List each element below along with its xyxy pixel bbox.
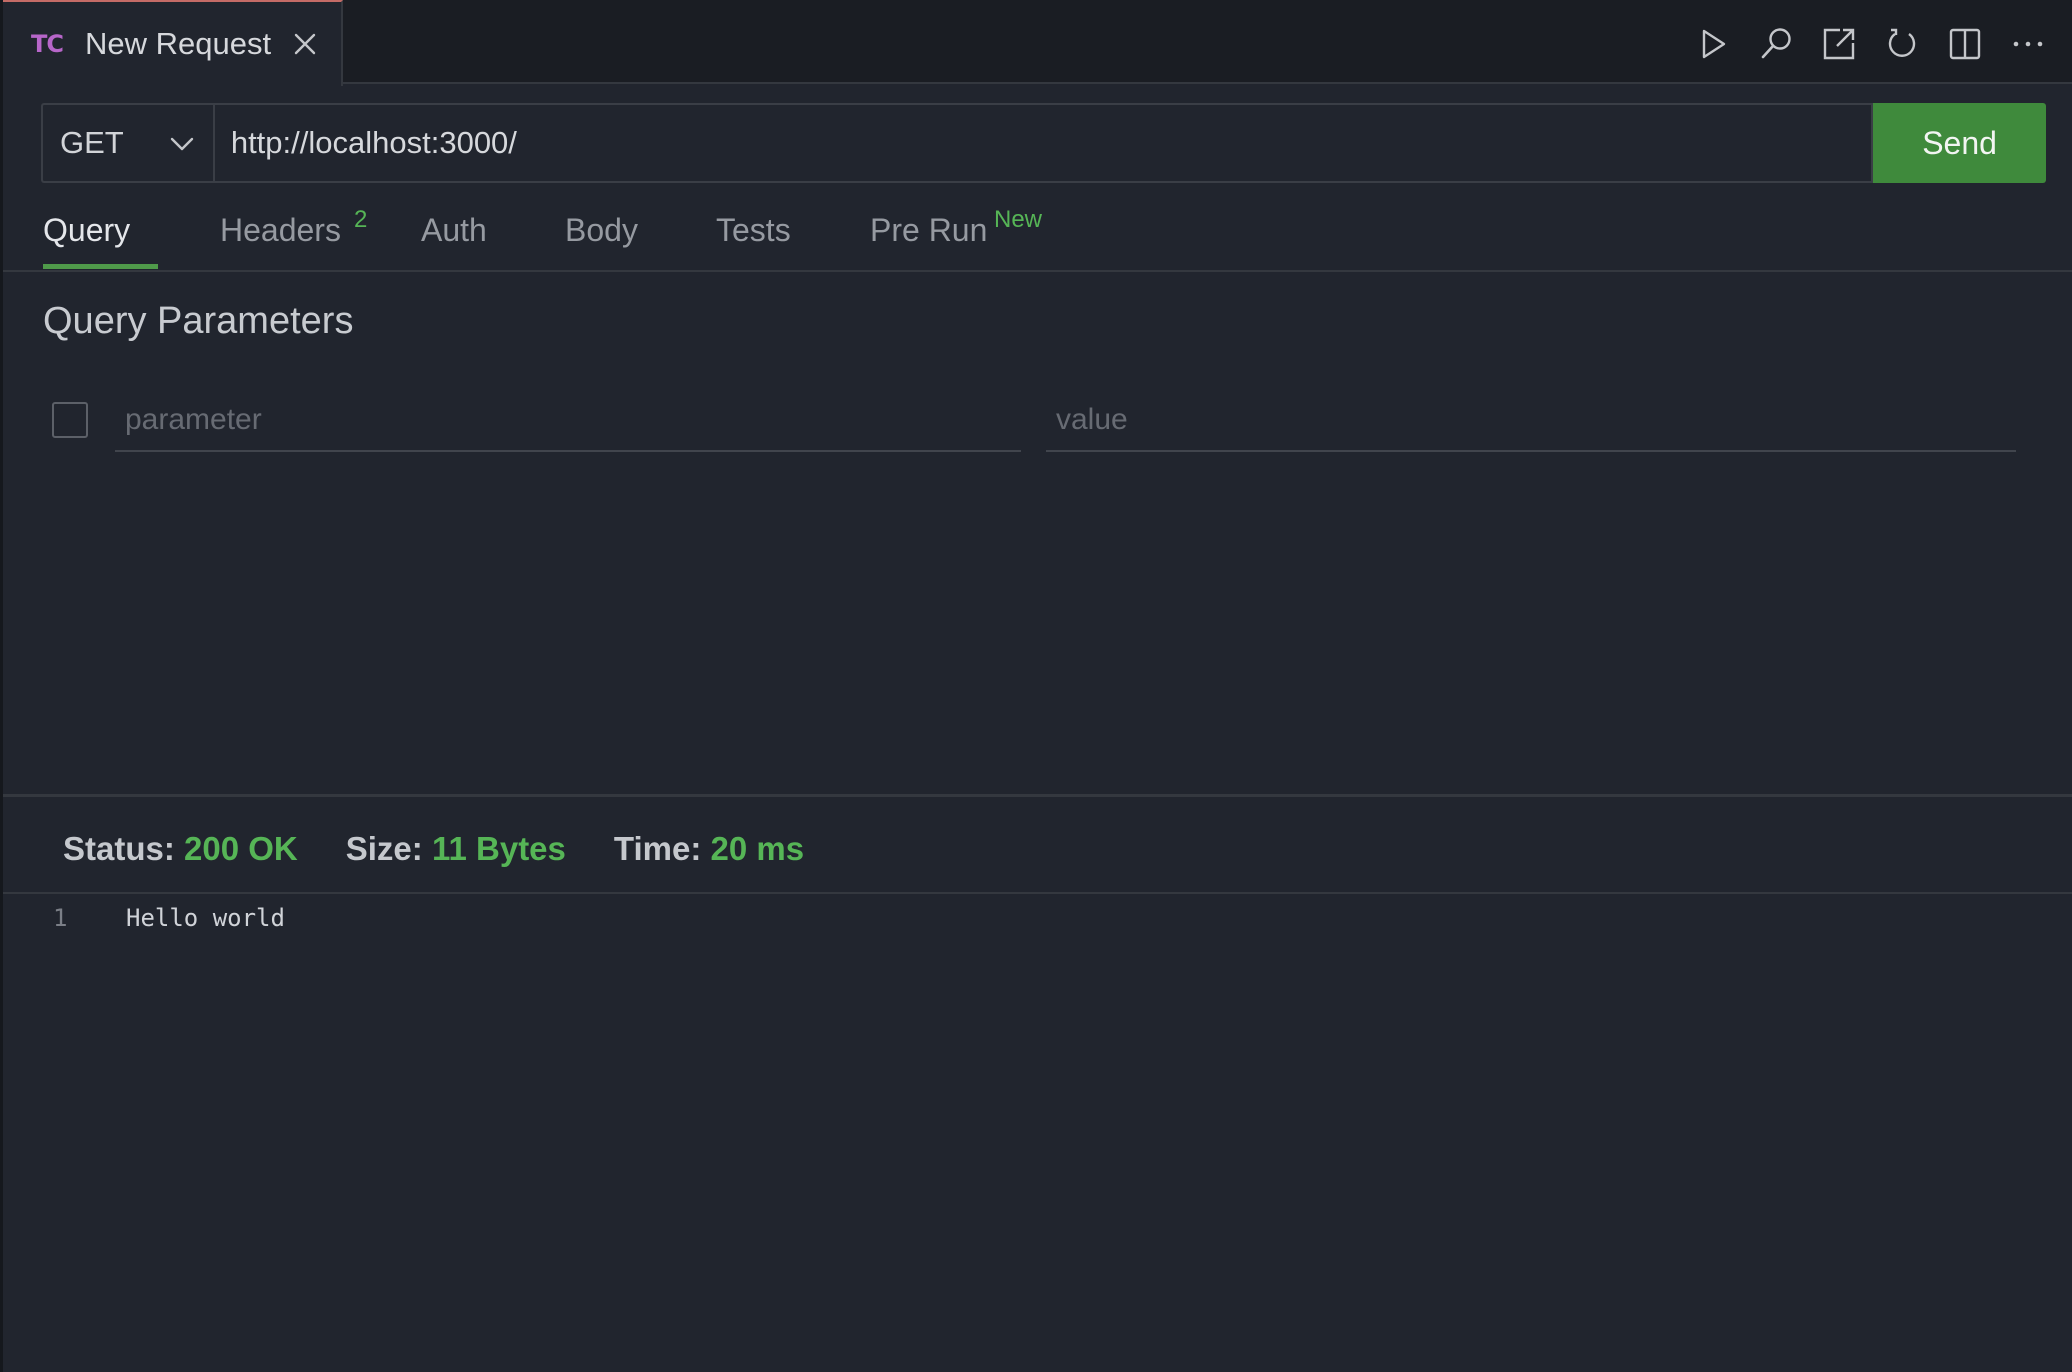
request-editor: TC New Request GET http://localhost:3000… bbox=[0, 0, 2072, 1372]
size-value: 11 Bytes bbox=[431, 830, 566, 867]
editor-toolbar bbox=[1674, 20, 2052, 68]
chevron-down-icon bbox=[165, 127, 199, 161]
tab-pre-run-label: Pre Run bbox=[870, 212, 988, 248]
tab-body[interactable]: Body bbox=[565, 200, 655, 270]
size-label: Size: bbox=[345, 830, 423, 867]
param-enabled-checkbox[interactable] bbox=[52, 402, 88, 438]
method-select[interactable]: GET bbox=[41, 103, 213, 183]
request-tabs: Query Headers 2 Auth Body Tests Pre Run … bbox=[3, 200, 2072, 272]
tab-query[interactable]: Query bbox=[43, 200, 163, 270]
time-info: Time: 20 ms bbox=[614, 830, 804, 868]
request-tab[interactable]: TC New Request bbox=[3, 0, 343, 86]
more-icon[interactable] bbox=[2004, 20, 2052, 68]
time-value: 20 ms bbox=[710, 830, 805, 867]
method-label: GET bbox=[60, 125, 124, 160]
line-text: Hello world bbox=[126, 904, 285, 932]
pane-splitter[interactable] bbox=[3, 794, 2072, 797]
refresh-icon[interactable] bbox=[1878, 20, 1926, 68]
tab-pre-run[interactable]: Pre Run New bbox=[870, 200, 1070, 270]
tab-tests-label: Tests bbox=[716, 212, 791, 248]
tab-bar: TC New Request bbox=[3, 0, 2072, 86]
tab-body-label: Body bbox=[565, 212, 638, 248]
search-icon[interactable] bbox=[1752, 20, 1800, 68]
new-badge: New bbox=[994, 206, 1043, 233]
tab-title: New Request bbox=[85, 26, 272, 61]
open-external-icon[interactable] bbox=[1815, 20, 1863, 68]
code-line: 1 Hello world bbox=[3, 898, 2072, 936]
tab-query-label: Query bbox=[43, 212, 131, 248]
time-label: Time: bbox=[613, 830, 702, 867]
response-divider bbox=[3, 892, 2072, 894]
response-body[interactable]: 1 Hello world bbox=[3, 898, 2072, 936]
tab-headers[interactable]: Headers 2 bbox=[220, 200, 380, 270]
headers-count-badge: 2 bbox=[354, 206, 368, 233]
thunder-client-logo: TC bbox=[31, 30, 64, 58]
query-parameters-title: Query Parameters bbox=[43, 300, 354, 342]
url-input[interactable] bbox=[212, 103, 1874, 183]
split-view-icon[interactable] bbox=[1941, 20, 1989, 68]
close-icon[interactable] bbox=[289, 28, 321, 60]
size-info: Size: 11 Bytes bbox=[346, 830, 566, 868]
tab-tests[interactable]: Tests bbox=[716, 200, 806, 270]
tab-headers-label: Headers bbox=[220, 212, 341, 248]
status-info: Status: 200 OK bbox=[63, 830, 298, 868]
active-tab-indicator bbox=[43, 264, 158, 269]
tab-auth-label: Auth bbox=[421, 212, 487, 248]
param-key-input[interactable] bbox=[115, 390, 1021, 452]
request-bar: GET Send bbox=[41, 103, 2046, 183]
line-number: 1 bbox=[53, 904, 68, 932]
status-value: 200 OK bbox=[184, 830, 298, 867]
param-value-input[interactable] bbox=[1046, 390, 2016, 452]
tab-auth[interactable]: Auth bbox=[421, 200, 501, 270]
send-button[interactable]: Send bbox=[1873, 103, 2046, 183]
run-icon[interactable] bbox=[1689, 20, 1737, 68]
query-param-row bbox=[3, 390, 2072, 460]
status-label: Status: bbox=[63, 830, 175, 867]
response-summary: Status: 200 OK Size: 11 Bytes Time: 20 m… bbox=[63, 824, 852, 874]
